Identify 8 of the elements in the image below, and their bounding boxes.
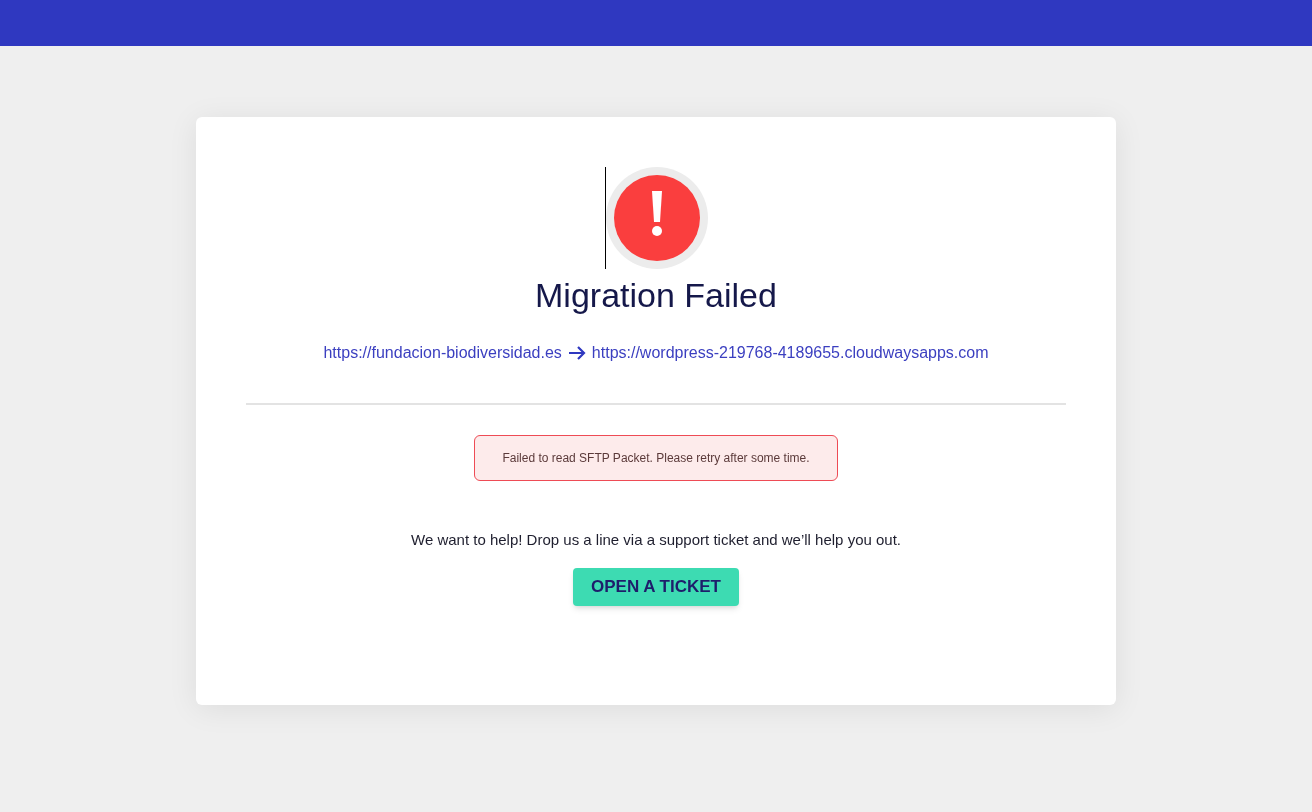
help-text: We want to help! Drop us a line via a support ticket and we’ll help you out. <box>411 530 901 550</box>
open-ticket-button[interactable]: OPEN A TICKET <box>573 567 739 606</box>
exclamation-icon <box>605 167 708 269</box>
arrow-icon <box>567 345 586 361</box>
destination-link[interactable]: https://wordpress-219768-4189655.cloudwaysapps.com <box>591 341 989 365</box>
error-message: Failed to read SFTP Packet. Please retry after some time. <box>474 435 838 481</box>
page-title: Migration Failed <box>535 275 777 315</box>
source-link[interactable]: https://fundacion-biodiversidad.es <box>323 341 562 365</box>
